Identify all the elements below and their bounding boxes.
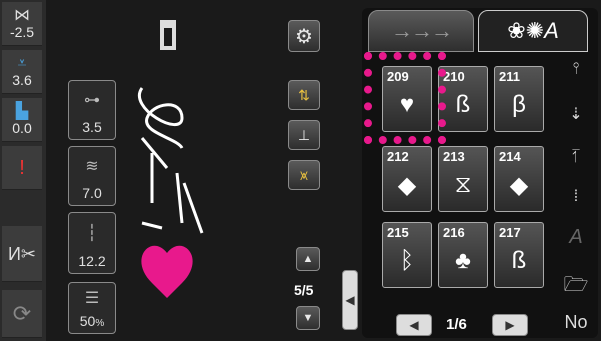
- reverse-stitch-icon[interactable]: ⫯: [562, 60, 590, 78]
- pattern-tile[interactable]: 211 β: [494, 66, 544, 132]
- pattern-tile[interactable]: 213 ⧖: [438, 146, 488, 212]
- spacing-value: 3.5: [82, 119, 102, 135]
- pattern-number: 213: [443, 149, 465, 164]
- tab-utility-stitches[interactable]: →→→: [368, 10, 474, 52]
- selection-highlight: [364, 52, 446, 144]
- settings-button[interactable]: ⚙: [288, 20, 320, 52]
- needle-position-icon: ⇅: [298, 86, 310, 103]
- pattern-glyph-icon: ⧖: [454, 171, 472, 198]
- stitch-preview-graphic: [138, 20, 204, 298]
- single-stitch-icon: ⟳: [12, 300, 32, 326]
- pattern-page-indicator: 1/6: [446, 316, 467, 333]
- pattern-glyph-icon: ◆: [509, 171, 529, 199]
- thread-cutter-icon[interactable]: ⥘: [562, 148, 590, 166]
- preview-down-button[interactable]: ▼: [296, 306, 320, 330]
- spacing-icon: ⊶: [84, 92, 100, 109]
- stitch-width-button[interactable]: ⋈ -2.5: [2, 2, 42, 46]
- single-stitch-button[interactable]: ⟳: [2, 290, 42, 338]
- needle-position-button[interactable]: ⇅: [288, 80, 320, 110]
- presser-foot-icon: ▙: [15, 102, 29, 120]
- pattern-number: 214: [499, 149, 521, 164]
- tension-value: 7.0: [82, 185, 102, 201]
- pattern-prev-button[interactable]: ◀: [396, 314, 432, 336]
- gear-icon: ⚙: [295, 25, 313, 48]
- tie-off-icon[interactable]: ⇣: [562, 104, 590, 124]
- stitch-loop-1: [138, 87, 184, 149]
- density-button[interactable]: ☰ 50%: [68, 282, 116, 334]
- heart-stitch-preview: [141, 245, 193, 298]
- tension-button[interactable]: ≋ 7.0: [68, 146, 116, 206]
- presser-foot-button[interactable]: ▙ 0.0: [2, 98, 42, 142]
- pattern-glyph-icon: ᛒ: [399, 247, 415, 274]
- tab-decorative-stitches[interactable]: ❀✺A: [478, 10, 588, 52]
- pattern-number: 212: [387, 149, 409, 164]
- chevron-right-icon: ▶: [505, 318, 515, 332]
- pattern-tile[interactable]: 217 ß: [494, 222, 544, 288]
- pattern-number: 215: [387, 225, 409, 240]
- stitch-lines: [140, 137, 204, 234]
- length-value: 3.6: [12, 71, 32, 88]
- pattern-tile[interactable]: 215 ᛒ: [382, 222, 432, 288]
- spacing-button[interactable]: ⊶ 3.5: [68, 80, 116, 140]
- needle-button[interactable]: !: [2, 146, 42, 190]
- pattern-number: 210: [443, 69, 465, 84]
- pattern-glyph-icon: ß: [455, 91, 471, 118]
- pattern-tile[interactable]: 214 ◆: [494, 146, 544, 212]
- arrow-up-icon: ▲: [302, 253, 314, 265]
- pattern-number: 216: [443, 225, 465, 240]
- arrow-down-icon: ▼: [302, 312, 314, 324]
- needle-icon: !: [19, 156, 25, 179]
- presser-value: 0.0: [12, 119, 32, 136]
- pattern-glyph-icon: ♣: [455, 247, 471, 274]
- chevron-left-icon: ◀: [409, 318, 419, 332]
- stitch-width-param-icon: ┆: [87, 225, 97, 242]
- density-readout: 50%: [80, 313, 104, 329]
- tension-icon: ≋: [85, 158, 99, 175]
- stitch-width-param-button[interactable]: ┆ 12.2: [68, 212, 116, 274]
- tab-decorative-font-label: A: [544, 18, 559, 43]
- folder-open-icon[interactable]: 🗁: [562, 270, 590, 304]
- density-value: 50: [79, 313, 96, 329]
- stitch-length-button[interactable]: ⩡ 3.6: [2, 50, 42, 94]
- foot-type-icon: ⊥: [297, 126, 311, 143]
- pattern-number: 211: [499, 69, 520, 84]
- pattern-next-button[interactable]: ▶: [492, 314, 528, 336]
- mirror-scissors-icon: И✂: [7, 243, 37, 264]
- pattern-number-button[interactable]: No: [562, 312, 590, 333]
- font-icon: A: [569, 226, 583, 248]
- pattern-glyph-icon: ◆: [397, 171, 417, 199]
- feed-dog-icon: ⩙: [300, 166, 308, 183]
- pattern-glyph-icon: β: [512, 91, 526, 118]
- foot-type-button[interactable]: ⊥: [288, 120, 320, 150]
- tab-utility-label: →→→: [391, 18, 453, 43]
- density-icon: ☰: [84, 290, 100, 307]
- pattern-tile[interactable]: 212 ◆: [382, 146, 432, 212]
- elongation-icon[interactable]: ⁞: [562, 188, 590, 206]
- pattern-number: 217: [499, 225, 521, 240]
- preview-up-button[interactable]: ▲: [296, 247, 320, 271]
- tab-decorative-label: ❀✺A: [507, 18, 559, 43]
- pattern-glyph-icon: ß: [511, 247, 527, 274]
- collapse-panel-button[interactable]: ◀: [342, 270, 358, 330]
- width-value: -2.5: [9, 23, 35, 40]
- feed-dog-button[interactable]: ⩙: [288, 160, 320, 190]
- left-toolbar: ⋈ -2.5 ⩡ 3.6 ▙ 0.0 ! И✂ ⟳: [0, 0, 46, 341]
- length-icon: ⩡: [17, 54, 27, 72]
- chevron-left-icon: ◀: [345, 293, 355, 307]
- pattern-tile[interactable]: 216 ♣: [438, 222, 488, 288]
- stitch-width-param-value: 12.2: [78, 253, 106, 269]
- density-unit: %: [95, 318, 105, 329]
- mirror-cut-button[interactable]: И✂: [2, 226, 42, 282]
- preview-page-indicator: 5/5: [294, 282, 314, 298]
- width-icon: ⋈: [14, 6, 30, 24]
- stitch-preview: [122, 8, 282, 333]
